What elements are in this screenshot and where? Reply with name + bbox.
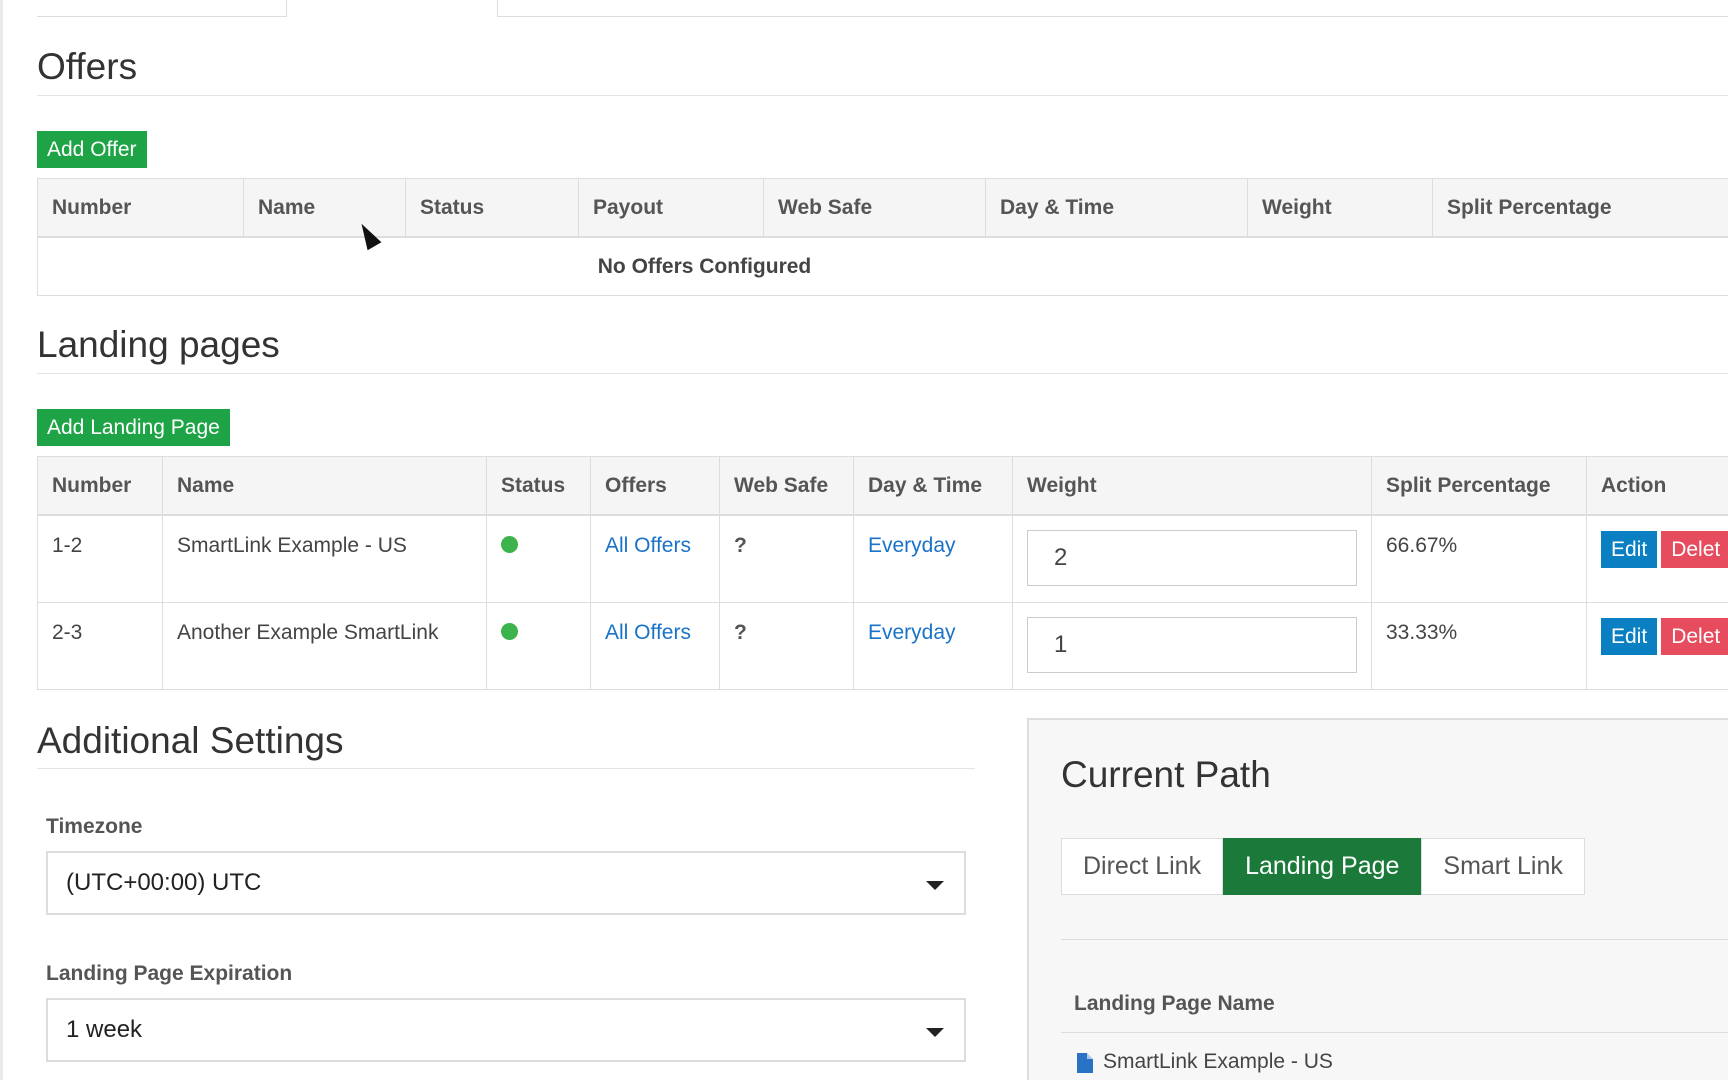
offers-header-row: Number Name Status Payout Web Safe Day &… <box>37 178 1728 238</box>
cell-number: 1-2 <box>37 514 163 603</box>
everyday-link[interactable]: Everyday <box>868 516 998 558</box>
col-number[interactable]: Number <box>37 456 163 516</box>
cell-offers: All Offers <box>590 514 720 603</box>
table-row: 2-3 Another Example SmartLink All Offers… <box>37 602 1728 690</box>
tab-smart-link[interactable]: Smart Link <box>1421 838 1585 895</box>
weight-input[interactable] <box>1027 530 1357 586</box>
split-percentage: 66.67% <box>1386 534 1458 557</box>
col-status[interactable]: Status <box>486 456 591 516</box>
all-offers-link[interactable]: All Offers <box>605 603 705 645</box>
path-type-toggle: Direct Link Landing Page Smart Link <box>1061 838 1585 895</box>
add-landing-page-button[interactable]: Add Landing Page <box>37 409 230 446</box>
expiration-label: Landing Page Expiration <box>46 962 293 985</box>
left-border <box>0 0 3 1080</box>
offers-table: Number Name Status Payout Web Safe Day &… <box>37 178 1728 296</box>
cell-web-safe: ? <box>719 514 854 603</box>
cell-weight <box>1012 514 1372 603</box>
current-path-title: Current Path <box>1061 754 1271 795</box>
col-day-time[interactable]: Day & Time <box>853 456 1013 516</box>
col-name[interactable]: Name <box>243 178 406 238</box>
add-offer-button[interactable]: Add Offer <box>37 131 147 168</box>
col-split-percentage[interactable]: Split Percentage <box>1432 178 1728 238</box>
cell-action: Edit Delet <box>1586 514 1728 603</box>
row-name: Another Example SmartLink <box>177 621 439 644</box>
col-action: Action <box>1586 456 1728 516</box>
row-number: 2-3 <box>52 621 83 644</box>
cell-weight <box>1012 602 1372 690</box>
col-split-percentage[interactable]: Split Percentage <box>1371 456 1587 516</box>
expiration-select[interactable]: 1 week <box>46 998 966 1062</box>
cell-number: 2-3 <box>37 602 163 690</box>
row-number: 1-2 <box>52 534 83 557</box>
top-tab-strip <box>37 0 1728 17</box>
col-number[interactable]: Number <box>37 178 244 238</box>
col-offers[interactable]: Offers <box>590 456 720 516</box>
col-day-time[interactable]: Day & Time <box>985 178 1248 238</box>
col-name[interactable]: Name <box>162 456 487 516</box>
tab-active[interactable] <box>287 0 498 17</box>
settings-divider <box>37 768 975 769</box>
offers-empty-row: No Offers Configured <box>37 236 1728 296</box>
tab-landing-page[interactable]: Landing Page <box>1223 838 1422 895</box>
cell-split: 33.33% <box>1371 602 1587 690</box>
cell-name: SmartLink Example - US <box>162 514 487 603</box>
edit-button[interactable]: Edit <box>1601 618 1658 655</box>
cell-status <box>486 602 591 690</box>
cell-day-time: Everyday <box>853 602 1013 690</box>
timezone-value: (UTC+00:00) UTC <box>66 869 262 896</box>
chevron-down-icon <box>926 1028 944 1037</box>
landing-title: Landing pages <box>37 324 280 365</box>
col-weight[interactable]: Weight <box>1247 178 1433 238</box>
landing-divider <box>37 373 1728 374</box>
landing-page-name-label: Landing Page Name <box>1074 992 1275 1015</box>
status-active-icon <box>501 623 518 640</box>
timezone-select[interactable]: (UTC+00:00) UTC <box>46 851 966 915</box>
web-safe-unknown: ? <box>734 621 747 644</box>
col-web-safe[interactable]: Web Safe <box>763 178 986 238</box>
file-icon <box>1077 1053 1093 1073</box>
delete-button[interactable]: Delet <box>1661 531 1728 568</box>
split-percentage: 33.33% <box>1386 621 1458 644</box>
cell-split: 66.67% <box>1371 514 1587 603</box>
landing-page-name[interactable]: SmartLink Example - US <box>1103 1050 1333 1074</box>
tab-previous[interactable] <box>37 0 287 16</box>
table-row: 1-2 SmartLink Example - US All Offers ? … <box>37 514 1728 603</box>
landing-header-row: Number Name Status Offers Web Safe Day &… <box>37 456 1728 516</box>
additional-settings-title: Additional Settings <box>37 720 344 761</box>
status-active-icon <box>501 536 518 553</box>
col-web-safe[interactable]: Web Safe <box>719 456 854 516</box>
empty-message: No Offers Configured <box>37 236 1728 296</box>
cell-day-time: Everyday <box>853 514 1013 603</box>
cell-name: Another Example SmartLink <box>162 602 487 690</box>
edit-button[interactable]: Edit <box>1601 531 1658 568</box>
col-weight[interactable]: Weight <box>1012 456 1372 516</box>
landing-table: Number Name Status Offers Web Safe Day &… <box>37 456 1728 690</box>
chevron-down-icon <box>926 881 944 890</box>
all-offers-link[interactable]: All Offers <box>605 516 705 558</box>
timezone-label: Timezone <box>46 815 143 838</box>
cell-offers: All Offers <box>590 602 720 690</box>
everyday-link[interactable]: Everyday <box>868 603 998 645</box>
web-safe-unknown: ? <box>734 534 747 557</box>
offers-title: Offers <box>37 46 138 87</box>
path-divider <box>1061 939 1728 940</box>
cell-web-safe: ? <box>719 602 854 690</box>
offers-divider <box>37 95 1728 96</box>
cell-action: Edit Delet <box>1586 602 1728 690</box>
cell-status <box>486 514 591 603</box>
row-name: SmartLink Example - US <box>177 534 407 557</box>
col-payout[interactable]: Payout <box>578 178 764 238</box>
delete-button[interactable]: Delet <box>1661 618 1728 655</box>
col-status[interactable]: Status <box>405 178 579 238</box>
path-divider-2 <box>1061 1032 1728 1033</box>
expiration-value: 1 week <box>66 1016 143 1043</box>
weight-input[interactable] <box>1027 617 1357 673</box>
tab-direct-link[interactable]: Direct Link <box>1061 838 1224 895</box>
